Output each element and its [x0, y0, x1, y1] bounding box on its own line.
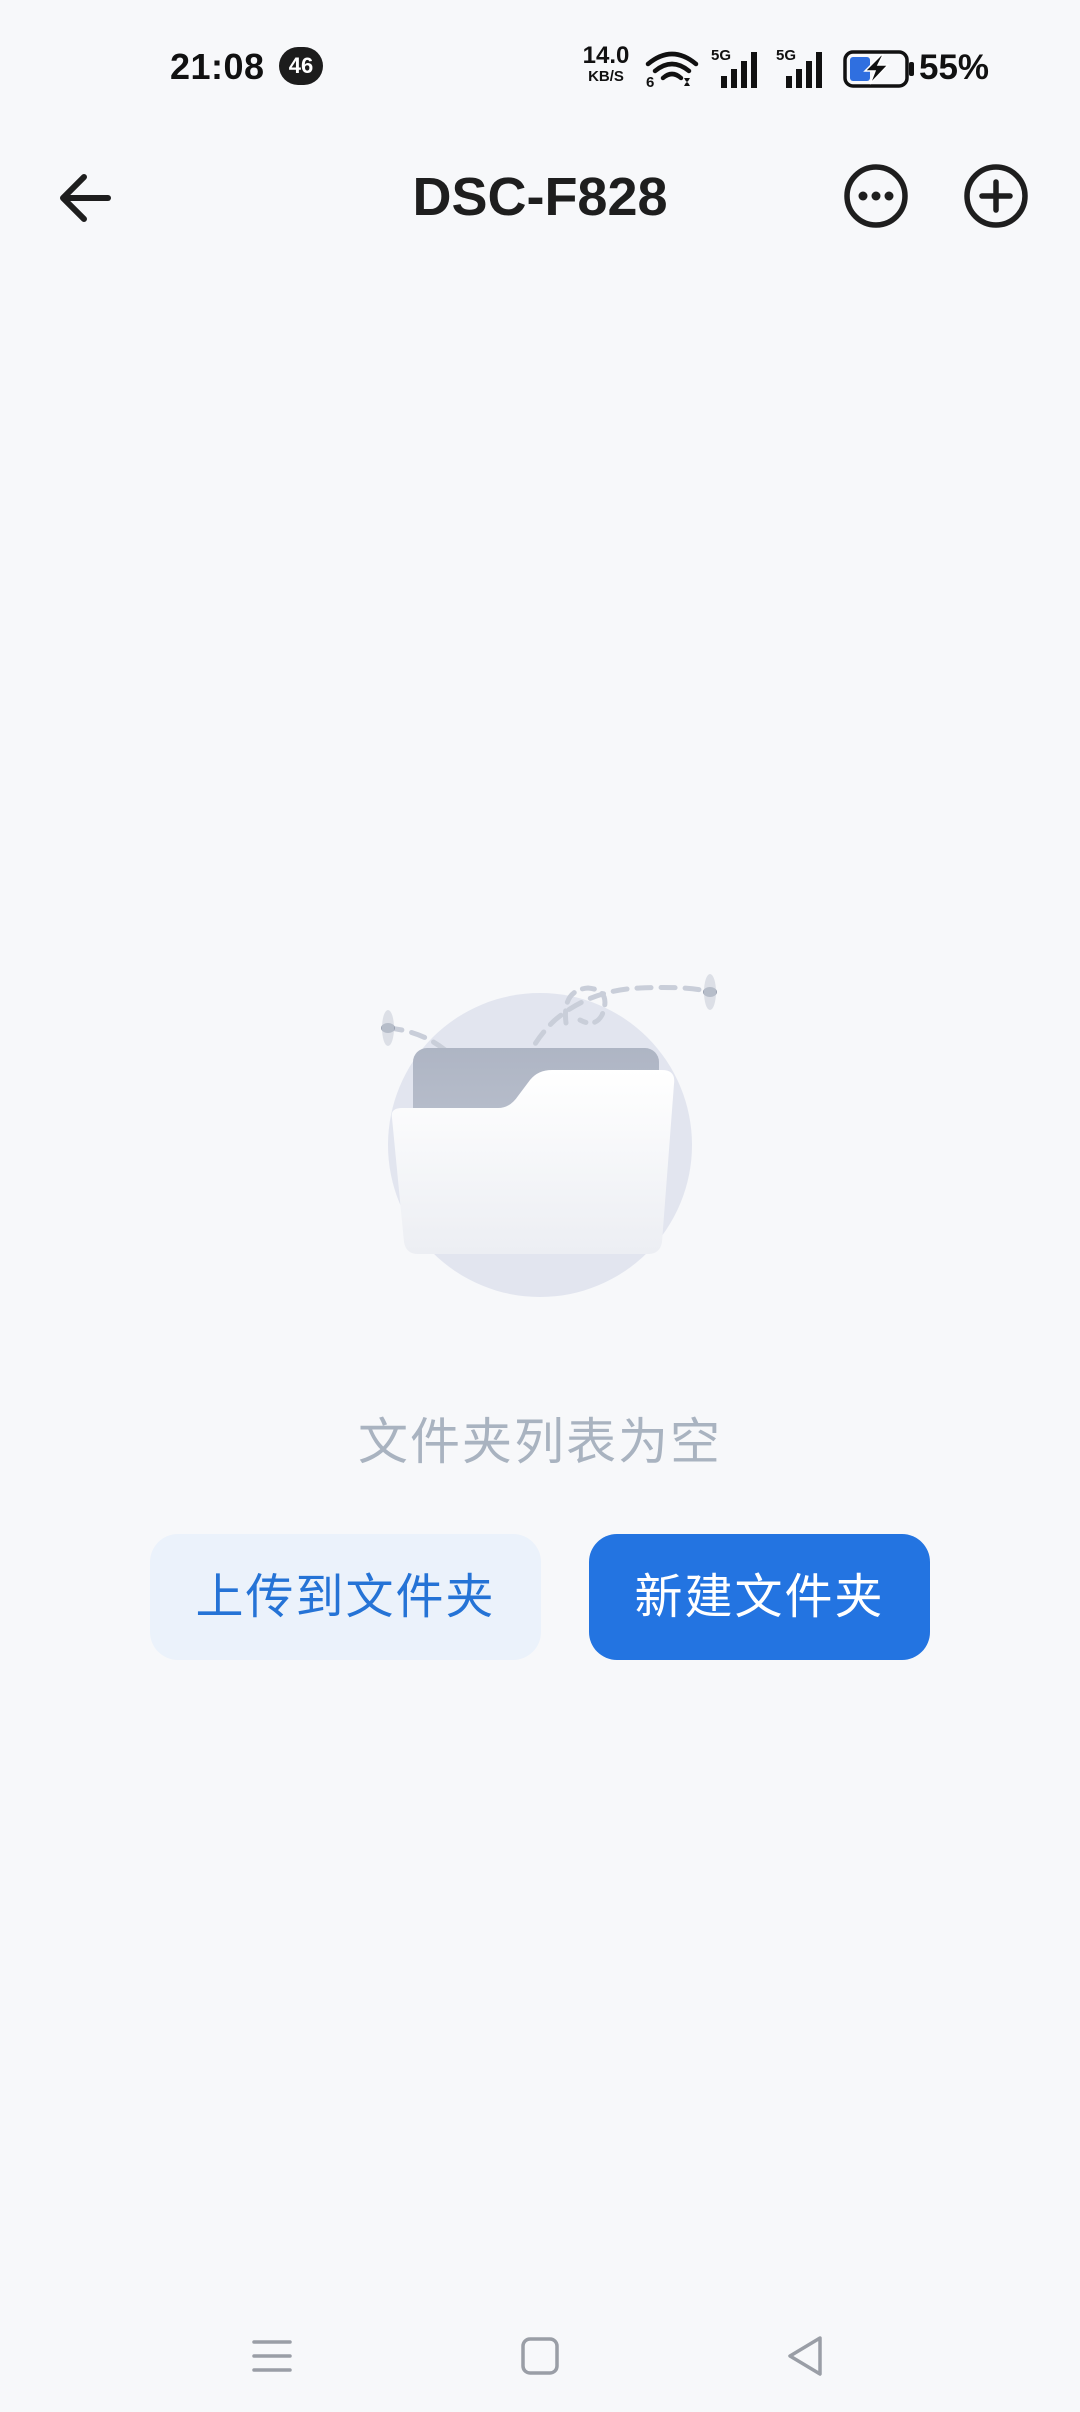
add-button[interactable]: [960, 160, 1032, 232]
notification-count-badge: 46: [279, 47, 323, 85]
back-button[interactable]: [50, 162, 122, 234]
status-time: 21:08: [170, 46, 265, 87]
menu-icon: [252, 2340, 292, 2372]
signal-2-label: 5G: [776, 47, 796, 64]
more-options-button[interactable]: [840, 160, 912, 232]
network-speed-unit: KB/S: [588, 68, 624, 85]
nav-menu-button[interactable]: [242, 2326, 302, 2386]
network-speed: 14.0 KB/S: [578, 42, 634, 85]
new-folder-button[interactable]: 新建文件夹: [589, 1534, 930, 1660]
network-speed-value: 14.0: [582, 42, 630, 69]
signal-5g-icon: 5G: [711, 46, 765, 95]
signal-5g-icon: 5G: [776, 46, 830, 95]
upload-to-folder-button[interactable]: 上传到文件夹: [150, 1534, 541, 1660]
system-nav-bar: [0, 2300, 1080, 2412]
app-header: DSC-F828: [0, 136, 1080, 256]
nav-home-button[interactable]: [510, 2326, 570, 2386]
home-square-icon: [521, 2337, 559, 2375]
empty-folder-icon: [340, 920, 740, 1325]
battery-percent: 55%: [919, 48, 990, 87]
status-bar: 21:08 46 14.0 KB/S 6 5G 5G 55%: [0, 0, 1080, 136]
empty-message: 文件夹列表为空: [358, 1413, 722, 1471]
plus-circle-icon: [964, 164, 1028, 228]
nav-back-button[interactable]: [776, 2326, 836, 2386]
battery-charging-icon: [843, 50, 915, 93]
page-title: DSC-F828: [412, 167, 668, 227]
signal-1-label: 5G: [711, 47, 731, 64]
back-triangle-icon: [788, 2336, 822, 2376]
arrow-left-icon: [60, 174, 111, 222]
wifi-sub-label: 6: [646, 74, 654, 88]
wifi-icon: 6: [644, 48, 700, 93]
more-horizontal-circle-icon: [844, 164, 908, 228]
